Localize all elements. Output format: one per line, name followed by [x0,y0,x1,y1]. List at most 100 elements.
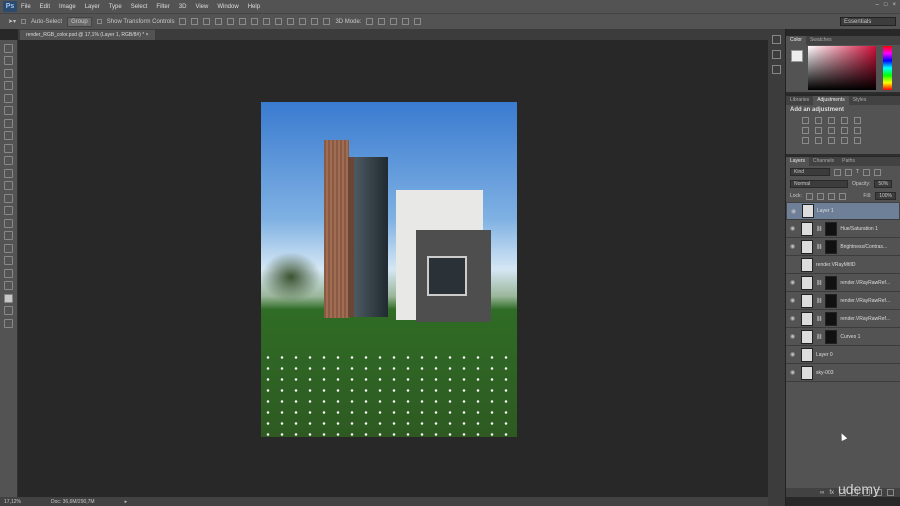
layer-mask-thumbnail[interactable] [825,293,838,308]
auto-align-icon[interactable] [323,18,331,25]
auto-select-checkbox[interactable] [21,19,27,24]
3d-scale-icon[interactable] [414,18,422,25]
layer-row[interactable]: ◉ Layer 1 [786,202,900,220]
link-icon[interactable]: ⛓ [816,244,822,250]
menu-layer[interactable]: Layer [85,4,100,10]
distribute-right-icon[interactable] [311,18,319,25]
group-select[interactable]: Group [67,16,92,27]
layer-mask-thumbnail[interactable] [825,221,838,236]
eye-icon[interactable]: ◉ [791,208,799,215]
align-top-icon[interactable] [179,18,187,25]
menu-file[interactable]: File [21,4,31,10]
link-icon[interactable]: ⛓ [816,226,822,232]
filter-smart-icon[interactable] [874,168,882,176]
maximize-icon[interactable]: □ [884,2,888,8]
brightness-icon[interactable] [802,117,809,124]
layer-row[interactable]: ◉ ⛓ Brightness/Contras... [786,238,900,256]
brush-tool-icon[interactable] [4,131,13,140]
align-vcenter-icon[interactable] [191,18,199,25]
distribute-top-icon[interactable] [251,18,259,25]
show-transform-checkbox[interactable] [96,19,102,24]
black-white-icon[interactable] [828,127,835,134]
dodge-tool-icon[interactable] [4,206,13,215]
zoom-level[interactable]: 17,12% [4,499,21,505]
3d-rotate-icon[interactable] [366,18,374,25]
menu-type[interactable]: Type [109,4,122,10]
menu-select[interactable]: Select [131,4,148,10]
document-image[interactable] [261,102,517,437]
distribute-bottom-icon[interactable] [275,18,283,25]
info-icon[interactable] [772,65,781,74]
levels-icon[interactable] [815,117,822,124]
document-tab[interactable]: render_RGB_color.psd @ 17,1% (Layer 1, R… [20,30,155,40]
properties-icon[interactable] [772,50,781,59]
foreground-color[interactable] [791,50,803,62]
opacity-input[interactable]: 50% [874,180,893,188]
workspace-select[interactable]: Essentials [840,17,896,26]
align-bottom-icon[interactable] [203,18,211,25]
filter-adjust-icon[interactable] [845,168,852,176]
gradient-map-icon[interactable] [841,137,848,144]
posterize-icon[interactable] [815,137,822,144]
link-icon[interactable]: ⛓ [816,280,822,286]
layer-mask-thumbnail[interactable] [825,275,838,290]
canvas-area[interactable] [18,40,768,497]
menu-help[interactable]: Help [248,4,260,10]
filter-kind-select[interactable]: Kind [790,168,830,176]
history-icon[interactable] [772,35,781,44]
tab-adjustments[interactable]: Adjustments [813,96,849,105]
shape-tool-icon[interactable] [4,256,13,265]
exposure-icon[interactable] [841,117,848,124]
eraser-tool-icon[interactable] [4,168,13,178]
align-left-icon[interactable] [215,18,223,25]
distribute-left-icon[interactable] [287,18,295,25]
threshold-icon[interactable] [828,137,835,144]
layer-row[interactable]: ◉ ⛓ Hue/Saturation 1 [786,220,900,238]
eye-icon[interactable]: ◉ [790,297,798,304]
layer-mask-thumbnail[interactable] [825,239,838,254]
3d-roll-icon[interactable] [378,18,386,25]
filter-shape-icon[interactable] [863,168,871,176]
eye-icon[interactable]: ◉ [790,243,798,250]
lock-all-icon[interactable] [838,192,846,200]
crop-tool-icon[interactable] [4,93,13,103]
align-right-icon[interactable] [239,18,247,25]
blur-tool-icon[interactable] [4,193,13,203]
link-icon[interactable]: ∞ [820,490,824,496]
trash-icon[interactable] [887,489,894,496]
tab-swatches[interactable]: Swatches [806,36,836,45]
screen-mode-icon[interactable] [4,318,13,328]
tab-libraries[interactable]: Libraries [786,96,813,105]
lasso-tool-icon[interactable] [4,68,13,78]
link-icon[interactable]: ⛓ [816,334,822,340]
tab-styles[interactable]: Styles [849,96,871,105]
blend-mode-select[interactable]: Normal [790,180,848,188]
tab-paths[interactable]: Paths [838,157,859,166]
type-tool-icon[interactable] [4,231,13,240]
layer-row[interactable]: ◉ sky-003 [786,364,900,382]
menu-3d[interactable]: 3D [179,4,187,10]
channel-mixer-icon[interactable] [854,127,861,134]
layer-row[interactable]: ◉ ⛓ Curves 1 [786,328,900,346]
stamp-tool-icon[interactable] [4,143,13,153]
selective-color-icon[interactable] [854,137,861,144]
history-brush-icon[interactable] [4,156,13,165]
hue-saturation-icon[interactable] [802,127,809,134]
color-swatch-icon[interactable] [4,293,13,303]
vibrance-icon[interactable] [854,117,861,124]
eye-icon[interactable]: ◉ [790,351,798,358]
status-arrow-icon[interactable]: ▸ [125,499,128,505]
move-tool-icon[interactable]: ➤▾ [8,18,16,25]
marquee-tool-icon[interactable] [4,56,13,65]
layer-mask-thumbnail[interactable] [825,311,838,326]
link-icon[interactable]: ⛓ [816,316,822,322]
layer-row[interactable]: render.VRayMtlID [786,256,900,274]
lock-move-icon[interactable] [827,192,835,200]
tab-channels[interactable]: Channels [809,157,838,166]
tab-layers[interactable]: Layers [786,157,810,166]
fx-icon[interactable]: fx [829,490,834,496]
eye-icon[interactable]: ◉ [790,225,798,232]
distribute-vcenter-icon[interactable] [263,18,271,25]
align-hcenter-icon[interactable] [227,18,235,25]
gradient-tool-icon[interactable] [4,181,13,190]
